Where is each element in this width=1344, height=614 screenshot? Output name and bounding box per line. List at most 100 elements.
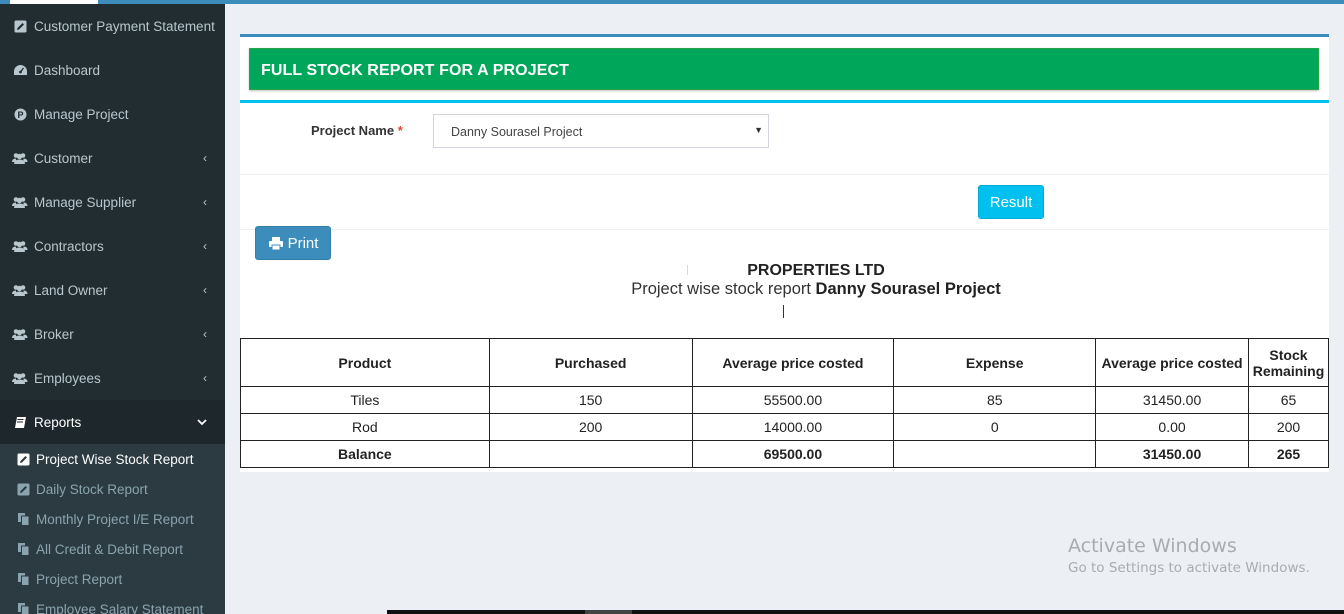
column-header: Stock Remaining — [1247, 338, 1330, 387]
table-row: Rod 200 14000.00 0 0.00 200 — [240, 413, 1330, 441]
activate-windows-subtitle: Go to Settings to activate Windows. — [1068, 560, 1310, 576]
sidebar-item-customer-payment-statement[interactable]: Customer Payment Statement — [0, 4, 225, 48]
table-cell: 265 — [1247, 440, 1330, 468]
table-cell: 14000.00 — [691, 413, 895, 441]
column-header: Average price costed — [1095, 338, 1249, 387]
report-subtitle-prefix: Project wise stock report — [631, 280, 811, 298]
submenu-item-label: Employee Salary Statement — [36, 601, 204, 614]
table-cell: 0 — [893, 413, 1097, 441]
sidebar-item-label: Customer — [34, 150, 93, 166]
table-cell: Balance — [240, 440, 490, 468]
text-cursor — [783, 305, 784, 318]
book-icon — [12, 415, 28, 429]
submenu-item-project-report[interactable]: Project Report — [0, 564, 225, 594]
copy-icon — [15, 602, 31, 614]
sidebar-item-contractors[interactable]: Contractors ‹ — [0, 224, 225, 268]
sidebar-item-label: Customer Payment Statement — [34, 18, 215, 34]
users-icon — [12, 371, 28, 385]
balance-row: Balance 69500.00 31450.00 265 — [240, 440, 1330, 468]
table-cell — [893, 440, 1097, 468]
sidebar-item-manage-project[interactable]: P Manage Project — [0, 92, 225, 136]
table-cell: 31450.00 — [1095, 386, 1249, 414]
table-cell: Tiles — [240, 386, 490, 414]
sidebar-item-employees[interactable]: Employees ‹ — [0, 356, 225, 400]
taskbar-segment — [585, 610, 632, 614]
copy-icon — [15, 542, 31, 556]
submenu-item-label: Daily Stock Report — [36, 481, 148, 497]
project-name-label: Project Name * — [311, 123, 403, 138]
users-icon — [12, 283, 28, 297]
table-cell: 69500.00 — [691, 440, 895, 468]
sidebar-item-reports[interactable]: Reports — [0, 400, 225, 444]
result-button[interactable]: Result — [978, 185, 1044, 219]
sidebar-item-label: Reports — [34, 414, 82, 430]
table-cell: 0.00 — [1095, 413, 1249, 441]
submenu-item-all-credit-debit-report[interactable]: All Credit & Debit Report — [0, 534, 225, 564]
submenu-item-label: Project Wise Stock Report — [36, 451, 194, 467]
sidebar-item-land-owner[interactable]: Land Owner ‹ — [0, 268, 225, 312]
printer-icon — [268, 236, 284, 251]
report-header: FULL STOCK REPORT FOR A PROJECT — [249, 48, 1319, 90]
print-button-label: Print — [287, 234, 319, 252]
table-cell: 85 — [893, 386, 1097, 414]
sidebar-item-label: Land Owner — [34, 282, 108, 298]
page-title: FULL STOCK REPORT FOR A PROJECT — [261, 62, 570, 79]
chevron-left-icon: ‹ — [203, 195, 207, 209]
submenu-item-label: All Credit & Debit Report — [36, 541, 184, 557]
reports-submenu: Project Wise Stock Report Daily Stock Re… — [0, 444, 225, 614]
sidebar-item-label: Dashboard — [34, 62, 101, 78]
sidebar-item-label: Employees — [34, 370, 101, 386]
dashboard-icon — [12, 63, 28, 77]
sidebar-item-label: Manage Supplier — [34, 194, 137, 210]
users-icon — [12, 151, 28, 165]
sidebar-item-customer[interactable]: Customer ‹ — [0, 136, 225, 180]
copy-icon — [15, 512, 31, 526]
table-cell: 200 — [488, 413, 693, 441]
chevron-left-icon: ‹ — [203, 283, 207, 297]
sidebar-item-label: Broker — [34, 326, 74, 342]
column-header: Average price costed — [691, 338, 895, 387]
table-cell: Rod — [240, 413, 490, 441]
chevron-down-icon — [197, 415, 207, 429]
result-row: Result — [240, 175, 1329, 230]
chevron-left-icon: ‹ — [203, 239, 207, 253]
column-header: Purchased — [488, 338, 693, 387]
taskbar-strip — [387, 610, 1344, 614]
table-cell — [488, 440, 693, 468]
table-cell: 55500.00 — [691, 386, 895, 414]
required-mark: * — [397, 123, 403, 138]
users-icon — [12, 195, 28, 209]
edit-square-icon — [12, 19, 28, 33]
project-form-row: Project Name * Danny Sourasel Project ▼ — [240, 103, 1329, 175]
company-name: PROPERTIES LTD — [747, 262, 885, 279]
chevron-left-icon: ‹ — [203, 151, 207, 165]
users-icon — [12, 239, 28, 253]
project-name-label-text: Project Name — [311, 123, 395, 138]
sidebar-item-manage-supplier[interactable]: Manage Supplier ‹ — [0, 180, 225, 224]
project-p-icon: P — [12, 107, 28, 121]
chevron-left-icon: ‹ — [203, 327, 207, 341]
submenu-item-label: Monthly Project I/E Report — [36, 511, 194, 527]
project-name-select[interactable]: Danny Sourasel Project ▼ — [433, 114, 769, 148]
sidebar-item-broker[interactable]: Broker ‹ — [0, 312, 225, 356]
table-row: Tiles 150 55500.00 85 31450.00 65 — [240, 386, 1330, 414]
submenu-item-monthly-project-ie-report[interactable]: Monthly Project I/E Report — [0, 504, 225, 534]
sidebar-item-dashboard[interactable]: Dashboard — [0, 48, 225, 92]
copy-icon — [15, 572, 31, 586]
report-project-name: Danny Sourasel Project — [815, 280, 1001, 298]
sidebar-item-label: Manage Project — [34, 106, 129, 122]
table-header-row: Product Purchased Average price costed E… — [240, 338, 1330, 387]
column-header: Expense — [893, 338, 1097, 387]
chevron-left-icon: ‹ — [203, 371, 207, 385]
submenu-item-daily-stock-report[interactable]: Daily Stock Report — [0, 474, 225, 504]
caret-down-icon: ▼ — [754, 125, 763, 135]
table-cell: 65 — [1247, 386, 1330, 414]
submenu-item-project-wise-stock-report[interactable]: Project Wise Stock Report — [0, 444, 225, 474]
activate-windows-title: Activate Windows — [1068, 535, 1237, 557]
svg-text:P: P — [17, 109, 23, 119]
sidebar-item-label: Contractors — [34, 238, 104, 254]
table-cell: 150 — [488, 386, 693, 414]
print-button[interactable]: Print — [255, 226, 331, 260]
submenu-item-label: Project Report — [36, 571, 123, 587]
submenu-item-employee-salary-statement[interactable]: Employee Salary Statement — [0, 594, 225, 614]
